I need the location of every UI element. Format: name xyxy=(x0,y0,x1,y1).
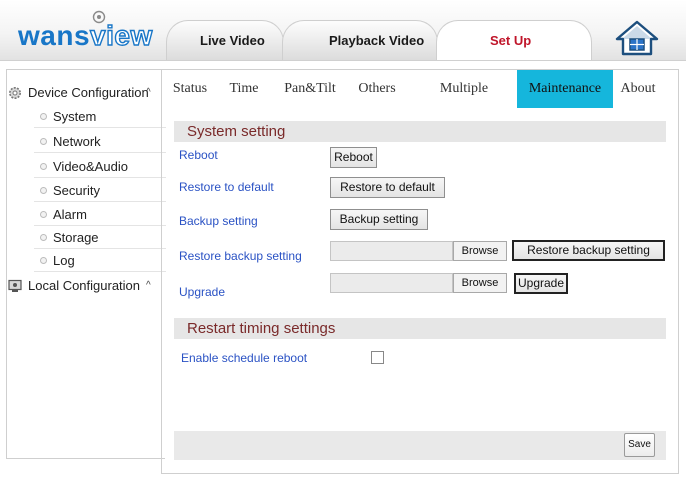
tab-pan-tilt[interactable]: Pan&Tilt xyxy=(280,70,340,108)
sidebar: Device Configuration ^ System Network Vi… xyxy=(6,69,166,459)
sidebar-item-storage[interactable]: Storage xyxy=(34,226,166,249)
sidebar-item-label: Storage xyxy=(53,230,99,245)
collapse-caret-icon[interactable]: ^ xyxy=(146,268,151,304)
logo-camera-eye-icon xyxy=(92,10,106,24)
sidebar-group-local-configuration[interactable]: Local Configuration ^ xyxy=(7,268,166,304)
reboot-button[interactable]: Reboot xyxy=(330,147,377,168)
restore-default-label: Restore to default xyxy=(179,180,274,194)
enable-schedule-reboot-checkbox[interactable] xyxy=(371,351,384,364)
sidebar-item-network[interactable]: Network xyxy=(34,130,166,153)
bullet-icon xyxy=(40,138,47,145)
upgrade-label: Upgrade xyxy=(179,285,226,299)
sidebar-item-video-audio[interactable]: Video&Audio xyxy=(34,155,166,178)
sidebar-item-label: Video&Audio xyxy=(53,159,128,174)
tab-maintenance[interactable]: Maintenance xyxy=(517,70,613,108)
sidebar-item-alarm[interactable]: Alarm xyxy=(34,203,166,226)
monitor-icon xyxy=(8,279,22,292)
tab-multiple-settings[interactable]: Multiple Settings xyxy=(416,70,512,134)
sidebar-item-security[interactable]: Security xyxy=(34,179,166,202)
bullet-icon xyxy=(40,257,47,264)
tab-label: Status xyxy=(172,81,208,96)
restore-backup-browse-button[interactable]: Browse xyxy=(453,241,507,261)
tab-live-video-label: Live Video xyxy=(200,33,265,48)
section-header-system-setting: System setting xyxy=(174,121,666,142)
save-button[interactable]: Save xyxy=(624,433,655,457)
tab-label: About xyxy=(620,81,656,96)
sidebar-item-label: Network xyxy=(53,134,101,149)
bullet-icon xyxy=(40,234,47,241)
logo-text-wans: wans xyxy=(18,20,91,51)
tab-label: Maintenance xyxy=(528,81,602,96)
backup-setting-button[interactable]: Backup setting xyxy=(330,209,428,230)
enable-schedule-reboot-label: Enable schedule reboot xyxy=(181,351,308,365)
restore-backup-file-input[interactable] xyxy=(330,241,453,261)
section-header-restart-timing: Restart timing settings xyxy=(174,318,666,339)
tab-label: Others xyxy=(358,81,396,96)
tab-label: Time xyxy=(229,81,259,96)
bullet-icon xyxy=(40,211,47,218)
tab-live-video[interactable]: Live Video xyxy=(166,20,284,60)
restore-backup-label: Restore backup setting xyxy=(179,249,302,263)
tab-about[interactable]: About xyxy=(616,70,660,108)
gear-icon xyxy=(9,87,21,99)
bullet-icon xyxy=(40,163,47,170)
tab-status[interactable]: Status xyxy=(166,70,214,108)
upgrade-browse-button[interactable]: Browse xyxy=(453,273,507,293)
footer-bar xyxy=(174,431,666,460)
bullet-icon xyxy=(40,187,47,194)
logo-text-view: view xyxy=(89,20,153,51)
sidebar-item-label: Alarm xyxy=(53,207,87,222)
section-title: Restart timing settings xyxy=(187,320,336,337)
tab-set-up-label: Set Up xyxy=(490,33,532,48)
sidebar-group-label: Local Configuration xyxy=(28,278,141,293)
tab-playback-video-label: Playback Video xyxy=(329,33,425,48)
tab-playback-video[interactable]: Playback Video xyxy=(282,20,438,60)
tab-set-up[interactable]: Set Up xyxy=(436,20,592,60)
backup-setting-label: Backup setting xyxy=(179,214,258,228)
upgrade-button[interactable]: Upgrade xyxy=(514,273,568,294)
tab-time[interactable]: Time xyxy=(222,70,266,108)
home-icon[interactable] xyxy=(614,20,660,56)
tab-label: Pan&Tilt xyxy=(284,81,336,96)
sidebar-item-label: System xyxy=(53,109,97,124)
bullet-icon xyxy=(40,113,47,120)
sidebar-item-label: Security xyxy=(53,183,100,198)
upgrade-file-input[interactable] xyxy=(330,273,453,293)
section-title: System setting xyxy=(187,123,286,140)
sidebar-item-system[interactable]: System xyxy=(34,105,166,128)
tab-others[interactable]: Others xyxy=(352,70,402,108)
wansview-logo: wansview xyxy=(18,20,153,51)
reboot-label: Reboot xyxy=(179,148,218,162)
restore-backup-button[interactable]: Restore backup setting xyxy=(512,240,665,261)
restore-default-button[interactable]: Restore to default xyxy=(330,177,445,198)
